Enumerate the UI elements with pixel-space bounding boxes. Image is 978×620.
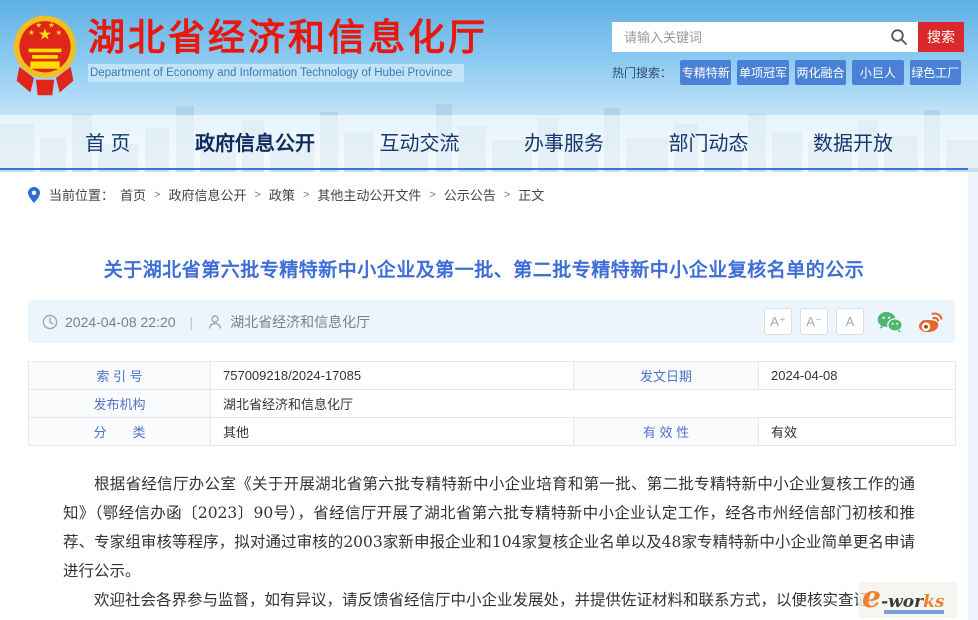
site-title: 湖北省经济和信息化厅 <box>88 16 488 60</box>
breadcrumb-separator: > <box>303 189 309 201</box>
font-smaller-button[interactable]: A⁻ <box>800 308 828 335</box>
hot-search-tag[interactable]: 小巨人 <box>852 60 903 85</box>
article-meta-right: A⁺ A⁻ A <box>756 308 943 335</box>
meta-divider: | <box>190 314 194 330</box>
svg-text:★: ★ <box>28 28 35 37</box>
hot-search-tag[interactable]: 单项冠军 <box>737 60 788 85</box>
article-meta-bar: 2024-04-08 22:20 | 湖北省经济和信息化厅 A⁺ A⁻ A <box>28 300 955 343</box>
national-emblem-logo: ★ ★ ★ ★ ★ <box>12 12 78 98</box>
breadcrumb-separator: > <box>504 189 510 201</box>
svg-text:★: ★ <box>55 28 62 37</box>
article-meta-left: 2024-04-08 22:20 | 湖北省经济和信息化厅 <box>42 312 370 332</box>
info-label-index: 索 引 号 <box>29 362 211 390</box>
breadcrumb-link[interactable]: 正文 <box>518 185 544 204</box>
hot-search-row: 热门搜索： 专精特新 单项冠军 两化融合 小巨人 绿色工厂 <box>612 60 964 85</box>
breadcrumb-label: 当前位置： <box>49 185 114 204</box>
table-row: 发布机构 湖北省经济和信息化厅 <box>29 390 956 418</box>
watermark-mid: -wor <box>881 592 923 612</box>
svg-text:★: ★ <box>35 21 42 30</box>
info-label-category: 分 类 <box>29 418 211 446</box>
hot-search-tag[interactable]: 两化融合 <box>795 60 846 85</box>
doc-info-table: 索 引 号 757009218/2024-17085 发文日期 2024-04-… <box>28 361 956 446</box>
info-value-validity: 有效 <box>759 418 956 446</box>
nav-item-services[interactable]: 办事服务 <box>524 127 604 156</box>
nav-item-open-data[interactable]: 数据开放 <box>813 127 893 156</box>
nav-item-home[interactable]: 首 页 <box>85 127 131 156</box>
article-paragraph: 欢迎社会各界参与监督，如有异议，请反馈省经信厅中小企业发展处，并提供佐证材料和联… <box>63 586 915 615</box>
font-larger-button[interactable]: A⁺ <box>764 308 792 335</box>
breadcrumb-link[interactable]: 首页 <box>120 185 146 204</box>
brand-text: 湖北省经济和信息化厅 Department of Economy and Inf… <box>88 12 488 82</box>
info-value-agency: 湖北省经济和信息化厅 <box>211 390 956 418</box>
site-brand: ★ ★ ★ ★ ★ 湖北省经济和信息化厅 Department of Econo… <box>12 12 488 98</box>
font-default-button[interactable]: A <box>836 308 864 335</box>
breadcrumb-separator: > <box>254 189 260 201</box>
weibo-share-icon[interactable] <box>915 310 943 334</box>
breadcrumb-link[interactable]: 公示公告 <box>444 185 496 204</box>
search-button[interactable]: 搜索 <box>918 22 964 52</box>
eworks-watermark-logo: e-works <box>858 582 958 618</box>
breadcrumb-link[interactable]: 政府信息公开 <box>168 185 246 204</box>
content-area: 当前位置： 首页 > 政府信息公开 > 政策 > 其他主动公开文件 > 公示公告… <box>0 172 968 620</box>
watermark-tail: ks <box>923 592 944 612</box>
info-value-index: 757009218/2024-17085 <box>211 362 574 390</box>
info-label-validity: 有 效 性 <box>574 418 759 446</box>
info-label-agency: 发布机构 <box>29 390 211 418</box>
article-body: 根据省经信厅办公室《关于开展湖北省第六批专精特新中小企业培育和第一批、第二批专精… <box>63 470 915 620</box>
article-paragraph: 根据省经信厅办公室《关于开展湖北省第六批专精特新中小企业培育和第一批、第二批专精… <box>63 470 915 586</box>
article-title: 关于湖北省第六批专精特新中小企业及第一批、第二批专精特新中小企业复核名单的公示 <box>0 255 968 282</box>
nav-item-gov-info[interactable]: 政府信息公开 <box>195 127 315 156</box>
scrollbar-track[interactable] <box>968 172 978 620</box>
info-label-date: 发文日期 <box>574 362 759 390</box>
breadcrumb-link[interactable]: 政策 <box>269 185 295 204</box>
nav-item-interaction[interactable]: 互动交流 <box>380 127 460 156</box>
breadcrumb-separator: > <box>429 189 435 201</box>
hot-search-tag[interactable]: 专精特新 <box>680 60 731 85</box>
breadcrumb-separator: > <box>154 189 160 201</box>
article-source: 湖北省经济和信息化厅 <box>230 312 370 332</box>
nav-item-department-news[interactable]: 部门动态 <box>669 127 749 156</box>
table-row: 分 类 其他 有 效 性 有效 <box>29 418 956 446</box>
svg-text:★: ★ <box>48 21 55 30</box>
publish-time: 2024-04-08 22:20 <box>65 314 176 330</box>
info-value-date: 2024-04-08 <box>759 362 956 390</box>
site-banner: ★ ★ ★ ★ ★ 湖北省经济和信息化厅 Department of Econo… <box>0 0 978 172</box>
info-value-category: 其他 <box>211 418 574 446</box>
search-icon <box>890 28 908 46</box>
hot-search-tag[interactable]: 绿色工厂 <box>910 60 961 85</box>
breadcrumb: 当前位置： 首页 > 政府信息公开 > 政策 > 其他主动公开文件 > 公示公告… <box>28 185 544 204</box>
clock-icon <box>42 314 58 330</box>
hot-search-label: 热门搜索： <box>612 64 672 81</box>
wechat-share-icon[interactable] <box>876 310 903 334</box>
page: ★ ★ ★ ★ ★ 湖北省经济和信息化厅 Department of Econo… <box>0 0 978 620</box>
site-subtitle: Department of Economy and Information Te… <box>88 64 464 82</box>
breadcrumb-link[interactable]: 其他主动公开文件 <box>317 185 421 204</box>
search-input[interactable] <box>612 22 918 52</box>
watermark-text: e-works <box>862 580 944 615</box>
search-box: 搜索 <box>612 22 964 52</box>
location-pin-icon <box>28 187 40 203</box>
article-paragraph: 公示时间：2024年4月8日至2024年4月12日 <box>63 615 915 620</box>
nav-underline-divider <box>0 168 968 170</box>
watermark-e: e <box>862 580 881 615</box>
source-icon <box>207 314 223 330</box>
main-navigation: 首 页 政府信息公开 互动交流 办事服务 部门动态 数据开放 <box>0 116 948 166</box>
table-row: 索 引 号 757009218/2024-17085 发文日期 2024-04-… <box>29 362 956 390</box>
